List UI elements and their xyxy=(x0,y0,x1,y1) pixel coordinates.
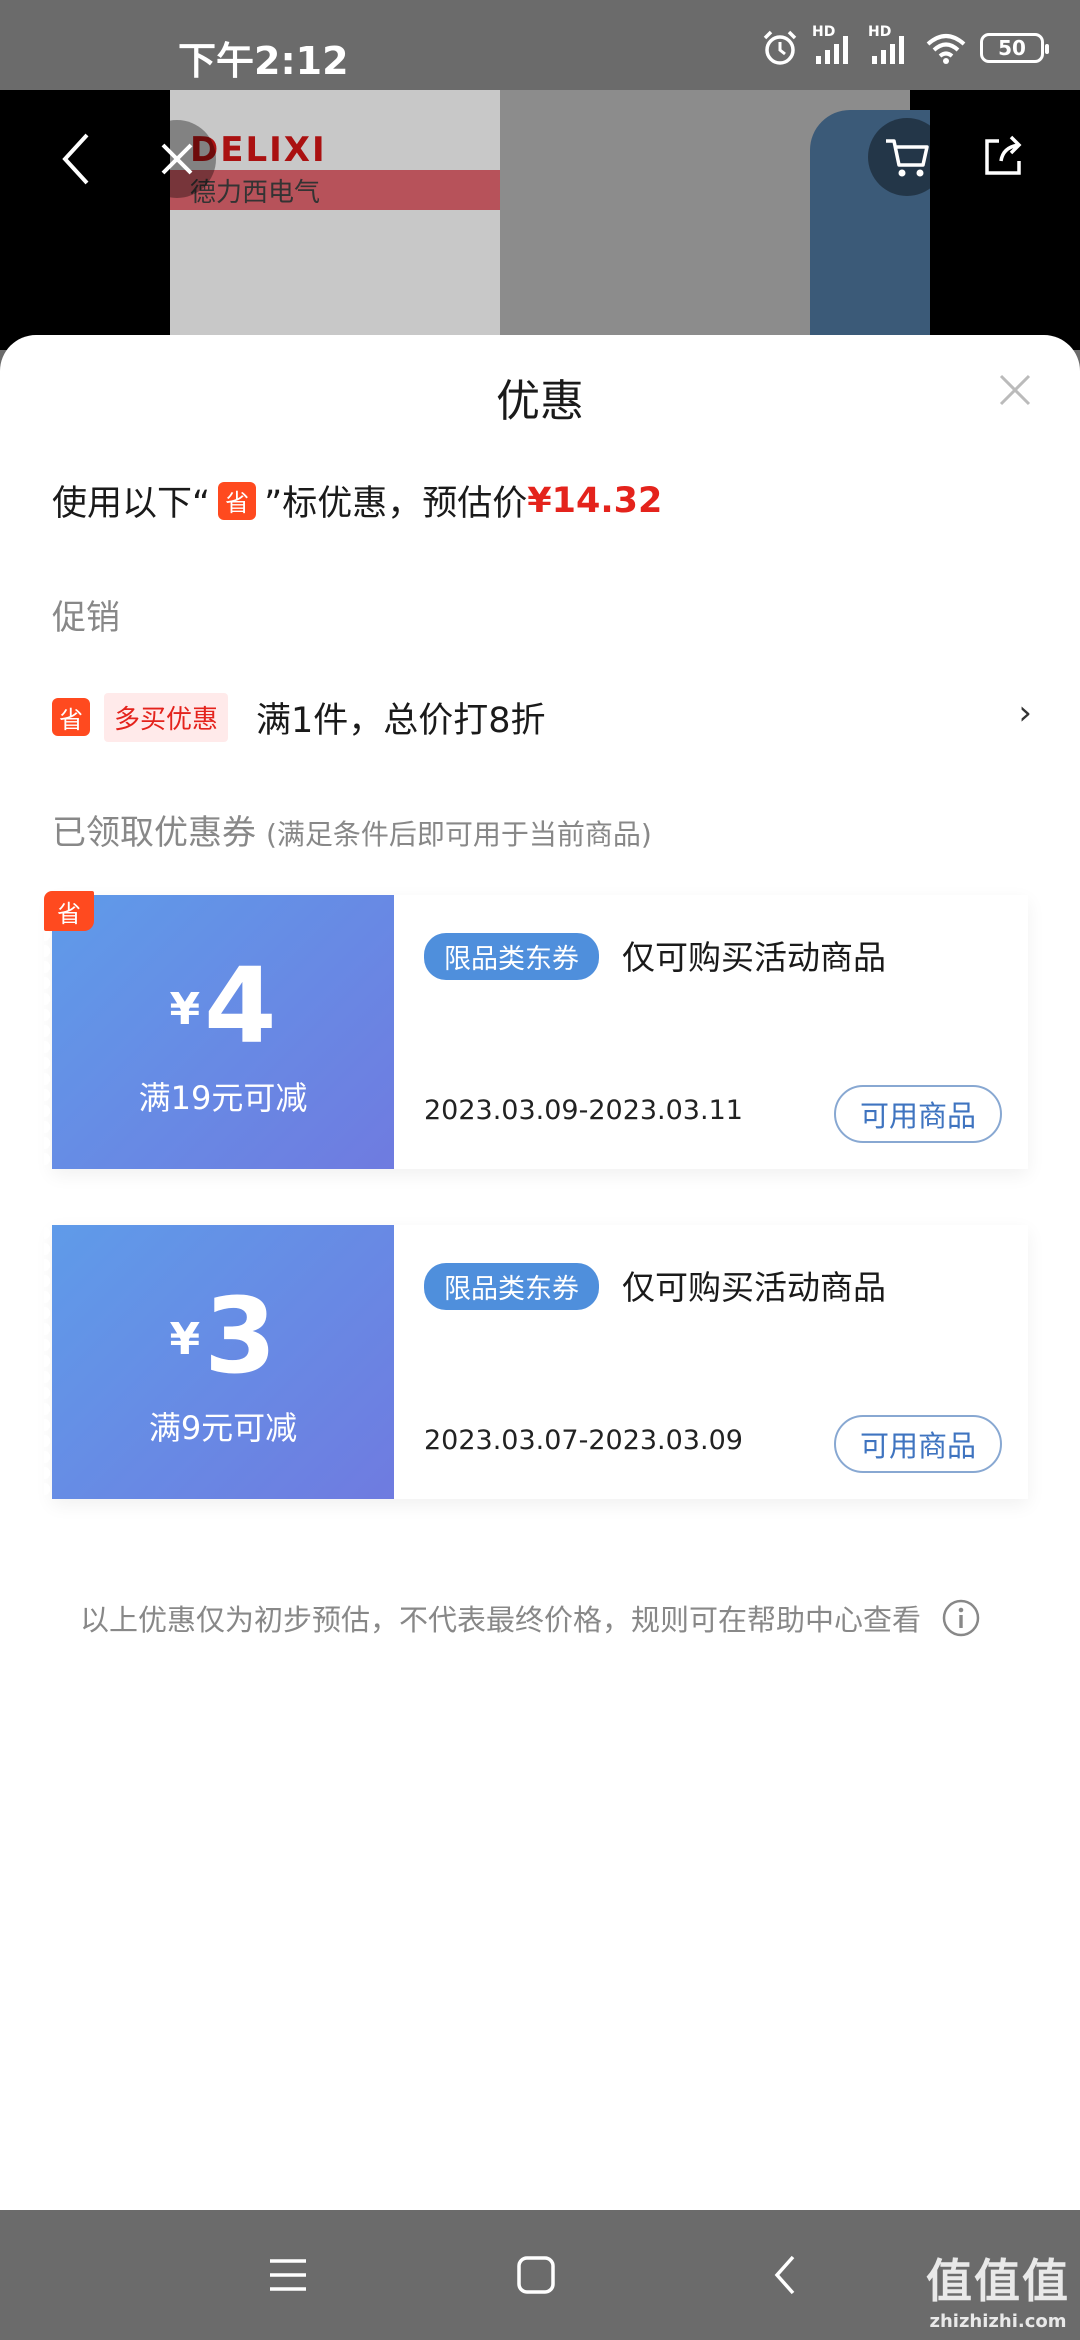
close-page-button[interactable] xyxy=(138,120,216,198)
sheet-close-button[interactable] xyxy=(990,365,1040,415)
received-note: (满足条件后即可用于当前商品) xyxy=(266,818,652,851)
estimated-price-summary: 使用以下“ 省 ”标优惠，预估价 ¥14.32 xyxy=(52,475,662,526)
signal-1-label: HD xyxy=(812,24,836,40)
coupon-card: ¥3 满9元可减 限品类东券 仅可购买活动商品 2023.03.07-2023.… xyxy=(44,1225,1028,1499)
coupon-details: 限品类东券 仅可购买活动商品 2023.03.09-2023.03.11 可用商… xyxy=(394,895,1028,1169)
disclaimer-footnote: 以上优惠仅为初步预估，不代表最终价格，规则可在帮助中心查看 xyxy=(80,1597,981,1639)
chevron-right-icon: › xyxy=(1018,693,1032,733)
received-label: 已领取优惠券 xyxy=(52,813,256,853)
summary-middle: ”标优惠，预估价 xyxy=(264,484,528,524)
coupon-details: 限品类东券 仅可购买活动商品 2023.03.07-2023.03.09 可用商… xyxy=(394,1225,1028,1499)
nav-back-button[interactable] xyxy=(756,2245,816,2305)
estimated-price: ¥14.32 xyxy=(527,480,663,521)
info-icon[interactable] xyxy=(941,1598,981,1638)
sheet-title: 优惠 xyxy=(496,376,584,427)
coupon-value: 3 xyxy=(204,1275,277,1397)
disclaimer-text: 以上优惠仅为初步预估，不代表最终价格，规则可在帮助中心查看 xyxy=(80,1603,922,1637)
watermark: 值值值 zhizhizhi.com xyxy=(926,2245,1070,2332)
coupon-dates: 2023.03.07-2023.03.09 xyxy=(424,1425,743,1456)
alarm-icon xyxy=(763,30,797,65)
coupon-value: 4 xyxy=(204,945,277,1067)
close-icon xyxy=(161,143,193,175)
menu-icon xyxy=(270,2259,306,2291)
coupon-amount: ¥3 xyxy=(52,1275,394,1397)
product-box xyxy=(170,90,500,350)
promo-section-label: 促销 xyxy=(52,598,120,638)
back-button[interactable] xyxy=(38,120,116,198)
product-image xyxy=(170,90,930,350)
share-button[interactable] xyxy=(964,118,1042,196)
watermark-url: zhizhizhi.com xyxy=(929,2311,1067,2332)
menu-button[interactable] xyxy=(258,2245,318,2305)
coupon-value-panel: ¥3 满9元可减 xyxy=(44,1225,394,1499)
status-time: 下午2:12 xyxy=(178,39,349,83)
status-bar: 下午2:12 HD HD 50 xyxy=(0,0,1080,90)
coupon-title: 仅可购买活动商品 xyxy=(622,1268,886,1307)
watermark-logo: 值值值 xyxy=(926,2254,1070,2308)
coupon-dates: 2023.03.09-2023.03.11 xyxy=(424,1095,743,1126)
signal-1: HD xyxy=(812,24,856,66)
currency-symbol: ¥ xyxy=(169,984,201,1035)
coupon-value-panel: ¥4 满19元可减 xyxy=(44,895,394,1169)
sheng-tag: 省 xyxy=(52,698,90,736)
coupon-condition: 满19元可减 xyxy=(138,1079,308,1117)
chevron-left-icon xyxy=(774,2255,795,2295)
discount-sheet: 优惠 使用以下“ 省 ”标优惠，预估价 ¥14.32 促销 省 多买优惠 满1件… xyxy=(0,335,1080,2210)
coupon-condition: 满9元可减 xyxy=(148,1409,298,1447)
currency-symbol: ¥ xyxy=(169,1314,201,1365)
cart-button[interactable] xyxy=(868,118,946,196)
home-square-icon xyxy=(517,2256,555,2294)
coupon-title: 仅可购买活动商品 xyxy=(622,938,886,977)
coupon-type-tag: 限品类东券 xyxy=(424,1263,599,1310)
coupon-amount: ¥4 xyxy=(52,945,394,1067)
chevron-left-icon xyxy=(62,133,89,185)
close-icon xyxy=(999,374,1031,406)
signal-2-label: HD xyxy=(868,24,892,40)
promo-text: 满1件，总价打8折 xyxy=(256,700,546,741)
promo-badge: 多买优惠 xyxy=(104,692,229,742)
battery-indicator: 50 xyxy=(980,33,1049,63)
available-products-button[interactable]: 可用商品 xyxy=(834,1415,1002,1473)
share-icon xyxy=(985,135,1022,175)
system-nav-bar xyxy=(0,2210,1080,2340)
wifi-icon xyxy=(926,34,966,64)
summary-prefix: 使用以下“ xyxy=(52,484,211,524)
available-products-button[interactable]: 可用商品 xyxy=(834,1085,1002,1143)
signal-2: HD xyxy=(868,24,912,66)
cart-icon xyxy=(886,139,929,177)
status-icons: HD HD 50 xyxy=(760,24,1049,68)
home-button[interactable] xyxy=(506,2245,566,2305)
promo-row[interactable]: 省 多买优惠 满1件，总价打8折 › xyxy=(52,687,1032,747)
coupon-type-tag: 限品类东券 xyxy=(424,933,599,980)
sheng-corner-tag: 省 xyxy=(44,891,94,931)
sheng-tag: 省 xyxy=(218,481,257,520)
coupon-card: ¥4 满19元可减 省 限品类东券 仅可购买活动商品 2023.03.09-20… xyxy=(44,891,1028,1169)
received-coupons-header: 已领取优惠券 (满足条件后即可用于当前商品) xyxy=(52,805,652,854)
